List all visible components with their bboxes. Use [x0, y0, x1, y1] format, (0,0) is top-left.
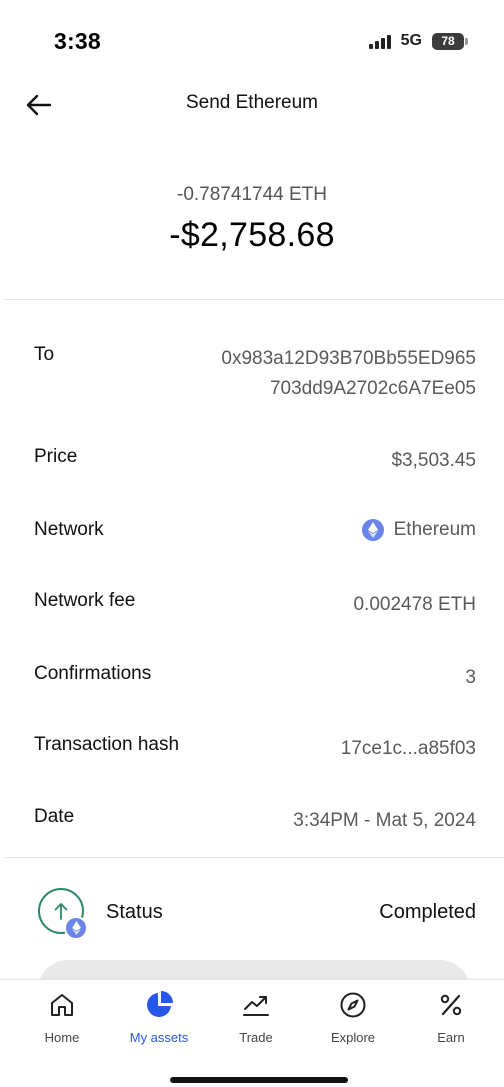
detail-row-to: To 0x983a12D93B70Bb55ED965 703dd9A2702c6… — [34, 344, 476, 404]
header: Send Ethereum — [0, 80, 504, 128]
status-icon — [38, 888, 88, 940]
transaction-hash-label: Transaction hash — [34, 734, 180, 755]
battery-icon: 78 — [432, 32, 468, 50]
divider — [4, 857, 504, 858]
confirmations-label: Confirmations — [34, 663, 152, 684]
nav-explore[interactable]: Explore — [308, 990, 398, 1045]
network-label: Network — [34, 519, 104, 540]
price-label: Price — [34, 446, 78, 467]
confirmations-value: 3 — [465, 667, 476, 688]
arrow-up-icon — [54, 903, 68, 920]
network-fee-value: 0.002478 ETH — [353, 594, 476, 615]
amount-fiat: -$2,758.68 — [169, 216, 335, 254]
transaction-status: Status Completed — [38, 884, 476, 940]
status-bar: 3:38 5G 78 — [0, 0, 504, 84]
to-address-line-1: 0x983a12D93B70Bb55ED965 — [221, 348, 476, 369]
nav-explore-label: Explore — [330, 1030, 376, 1045]
date-value: 3:34PM - Mat 5, 2024 — [293, 810, 476, 831]
status-label: Status — [106, 900, 163, 923]
network-type: 5G — [400, 32, 422, 49]
ethereum-icon — [361, 519, 384, 541]
percent-icon — [436, 990, 466, 1020]
transaction-hash-value[interactable]: 17ce1c...a85f03 — [341, 734, 476, 764]
nav-trade-label: Trade — [239, 1030, 273, 1045]
detail-row-network-fee: Network fee 0.002478 ETH — [34, 590, 476, 620]
ethereum-icon — [64, 916, 88, 940]
nav-my-assets[interactable]: My assets — [114, 990, 204, 1045]
nav-trade[interactable]: Trade — [211, 990, 301, 1045]
transaction-detail-screen: 3:38 5G 78 Send Ethereum -0.78741744 ETH… — [0, 0, 504, 1087]
to-label: To — [34, 344, 55, 365]
to-address-line-2: 703dd9A2702c6A7Ee05 — [269, 378, 476, 399]
network-fee-label: Network fee — [34, 590, 136, 611]
detail-row-confirmations: Confirmations 3 — [34, 663, 476, 693]
amount-crypto: -0.78741744 ETH — [177, 184, 327, 205]
status-value: Completed — [379, 900, 476, 923]
nav-earn[interactable]: Earn — [406, 990, 496, 1045]
amount-summary: -0.78741744 ETH -$2,758.68 — [0, 184, 504, 255]
nav-home[interactable]: Home — [17, 990, 107, 1045]
battery-level: 78 — [441, 34, 455, 48]
nav-earn-label: Earn — [437, 1030, 465, 1045]
status-time: 3:38 — [54, 28, 101, 54]
compass-icon — [338, 990, 368, 1020]
network-name: Ethereum — [393, 519, 476, 540]
bottom-nav: Home My assets Trade Explore Earn — [0, 979, 504, 1087]
status-indicators: 5G 78 — [368, 32, 468, 50]
price-value: $3,503.45 — [391, 450, 476, 471]
trend-up-icon — [241, 990, 271, 1020]
detail-row-price: Price $3,503.45 — [34, 446, 476, 476]
divider — [4, 299, 504, 300]
home-indicator[interactable] — [170, 1077, 348, 1083]
nav-my-assets-label: My assets — [129, 1030, 189, 1045]
to-address[interactable]: 0x983a12D93B70Bb55ED965 703dd9A2702c6A7E… — [221, 344, 476, 404]
detail-row-network: Network Ethereum — [34, 515, 476, 545]
detail-row-transaction-hash: Transaction hash 17ce1c...a85f03 — [34, 734, 476, 764]
detail-row-date: Date 3:34PM - Mat 5, 2024 — [34, 806, 476, 836]
page-title: Send Ethereum — [185, 92, 319, 113]
network-value: Ethereum — [361, 515, 476, 545]
home-icon — [47, 990, 77, 1020]
date-label: Date — [34, 806, 75, 827]
pie-chart-icon — [144, 990, 174, 1020]
nav-home-label: Home — [44, 1030, 80, 1045]
signal-icon — [368, 33, 391, 49]
